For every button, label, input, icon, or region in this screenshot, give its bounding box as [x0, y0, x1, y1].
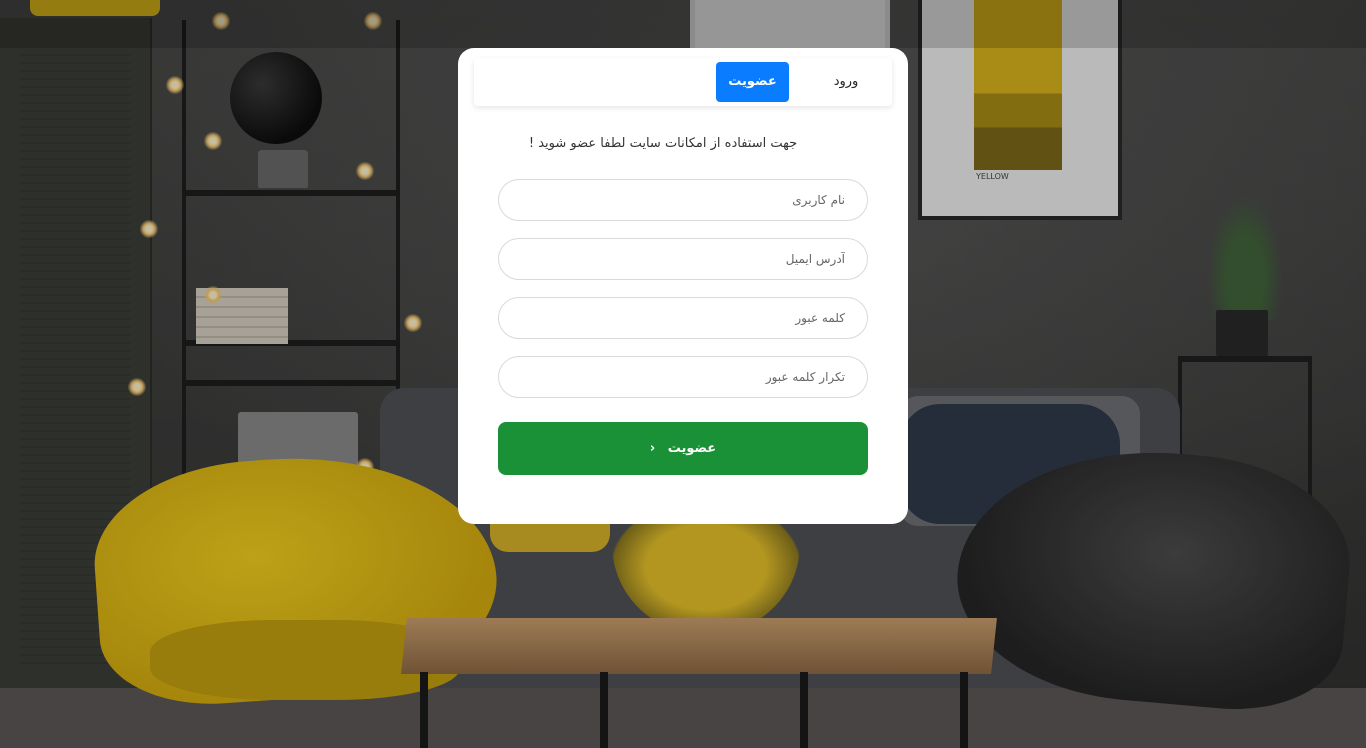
tab-login[interactable]: ورود — [816, 62, 876, 102]
email-input[interactable] — [498, 238, 868, 280]
submit-button-label: عضویت — [667, 441, 717, 456]
chevron-left-icon: ‹ — [649, 441, 656, 456]
password-input[interactable] — [498, 297, 868, 339]
register-submit-button[interactable]: عضویت ‹ — [498, 422, 868, 475]
username-input[interactable] — [498, 179, 868, 221]
tab-register[interactable]: عضویت — [716, 62, 789, 102]
auth-tabs: ورود عضویت — [474, 58, 892, 106]
form-subtitle: جهت استفاده از امکانات سایت لطفا عضو شوی… — [528, 136, 798, 151]
password-repeat-input[interactable] — [498, 356, 868, 398]
register-card: ورود عضویت جهت استفاده از امکانات سایت ل… — [458, 48, 908, 524]
